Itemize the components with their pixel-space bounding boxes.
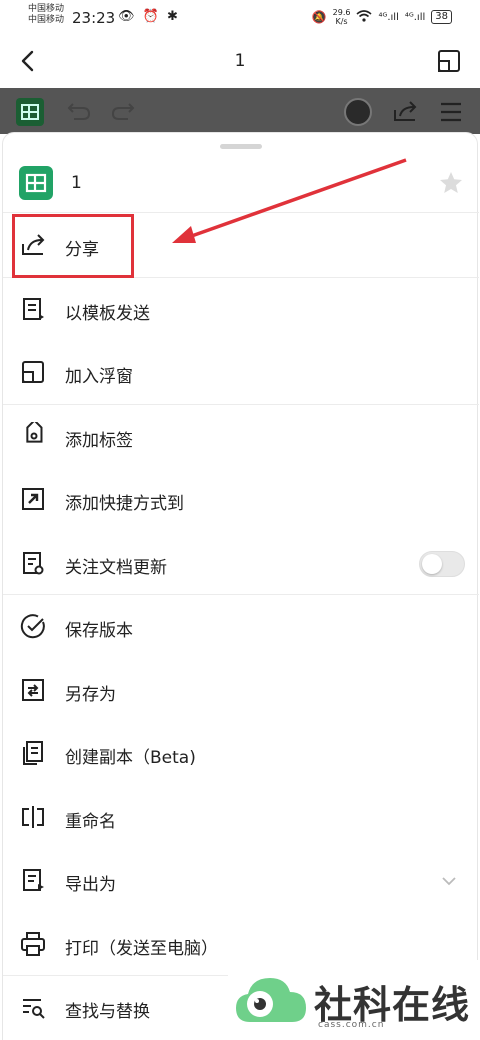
- carrier-labels: 中国移动 中国移动: [28, 4, 64, 26]
- carrier-2: 中国移动: [28, 15, 65, 25]
- menu-item-label: 关注文档更新: [65, 557, 167, 578]
- menu-item-label: 添加快捷方式到: [65, 494, 184, 514]
- top-nav: 1: [0, 36, 480, 88]
- floating-window-icon: [22, 361, 44, 383]
- menu-item-label: 另存为: [65, 684, 116, 705]
- mute-icon: 🔕: [311, 10, 327, 24]
- sheet-icon[interactable]: [16, 98, 44, 126]
- menu-item-floating-window[interactable]: 加入浮窗: [3, 341, 479, 405]
- toggle-knob: [422, 553, 442, 574]
- menu-item-label: 查找与替换: [65, 1002, 150, 1022]
- check-circle-icon: [20, 614, 45, 639]
- find-replace-icon: [23, 999, 45, 1019]
- chevron-down-icon[interactable]: [439, 871, 459, 891]
- export-icon: [23, 869, 44, 891]
- watermark-logo: [236, 978, 306, 1022]
- editor-toolbar: [0, 88, 480, 134]
- menu-item-watch-updates[interactable]: 关注文档更新: [3, 532, 479, 595]
- sheet-header: 1: [3, 161, 479, 213]
- menu-item-save-version[interactable]: 保存版本: [3, 595, 479, 659]
- signal-1-icon: ⁴ᴳ.ıll: [378, 11, 399, 23]
- copy-icon: [23, 741, 43, 765]
- menu-item-duplicate[interactable]: 创建副本（Beta): [3, 722, 479, 786]
- tag-icon: [26, 421, 43, 443]
- net-speed: 29.6 K/s: [332, 8, 351, 26]
- menu-list: 分享 以模板发送 加入浮窗 添加标签 添加快捷方式到 关注文档更新 保存版本 另…: [3, 214, 479, 1040]
- watch-doc-icon: [23, 551, 44, 574]
- rename-icon: [22, 805, 44, 828]
- menu-item-label: 加入浮窗: [65, 367, 133, 387]
- watermark-url: cass.com.cn: [318, 1020, 385, 1030]
- save-as-icon: [22, 678, 44, 701]
- battery-icon: 38: [431, 10, 452, 24]
- star-icon: [440, 172, 462, 193]
- menu-item-label: 重命名: [65, 811, 116, 832]
- menu-item-save-as[interactable]: 另存为: [3, 659, 479, 723]
- doc-title: 1: [71, 173, 82, 193]
- drag-handle[interactable]: [220, 144, 262, 149]
- carrier-1: 中国移动: [28, 4, 65, 14]
- avatar[interactable]: [344, 98, 372, 126]
- star-button[interactable]: [437, 169, 465, 197]
- redo-icon[interactable]: [110, 100, 136, 122]
- print-icon: [21, 931, 45, 956]
- menu-item-add-shortcut[interactable]: 添加快捷方式到: [3, 468, 479, 532]
- status-icons-left: 👁 ⏰ ✱: [118, 9, 180, 24]
- menu-item-label: 导出为: [65, 875, 116, 895]
- menu-item-label: 以模板发送: [65, 303, 150, 324]
- menu-icon[interactable]: [438, 100, 464, 124]
- undo-icon[interactable]: [66, 100, 92, 122]
- status-bar: 中国移动 中国移动 23:23 👁 ⏰ ✱ 🔕 29.6 K/s ⁴ᴳ.ıll ⁴…: [0, 0, 480, 36]
- floating-window-button[interactable]: [436, 48, 462, 74]
- menu-item-label: 打印（发送至电脑）: [65, 938, 218, 959]
- annotation-highlight-box: [12, 214, 134, 278]
- window-icon: [438, 50, 460, 72]
- page-title: 1: [234, 51, 246, 71]
- status-icons-right: 🔕 29.6 K/s ⁴ᴳ.ıll ⁴ᴳ.ıll 38: [312, 8, 452, 26]
- signal-2-icon: ⁴ᴳ.ıll: [404, 11, 426, 23]
- wifi-icon: [356, 9, 372, 25]
- shortcut-icon: [22, 488, 44, 510]
- watch-updates-toggle[interactable]: [419, 550, 465, 577]
- menu-item-label: 保存版本: [65, 621, 133, 641]
- watermark: 社科在线 cass.com.cn: [228, 960, 480, 1040]
- menu-item-label: 创建副本（Beta): [65, 748, 196, 768]
- spreadsheet-icon: [19, 166, 53, 200]
- template-send-icon: [23, 297, 44, 320]
- menu-item-export[interactable]: 导出为: [3, 849, 479, 913]
- toolbar-share-icon[interactable]: [392, 98, 420, 124]
- clock: 23:23: [72, 9, 116, 27]
- menu-item-template-send[interactable]: 以模板发送: [3, 278, 479, 342]
- menu-item-add-tag[interactable]: 添加标签: [3, 405, 479, 469]
- menu-item-label: 添加标签: [65, 430, 133, 451]
- menu-item-rename[interactable]: 重命名: [3, 786, 479, 850]
